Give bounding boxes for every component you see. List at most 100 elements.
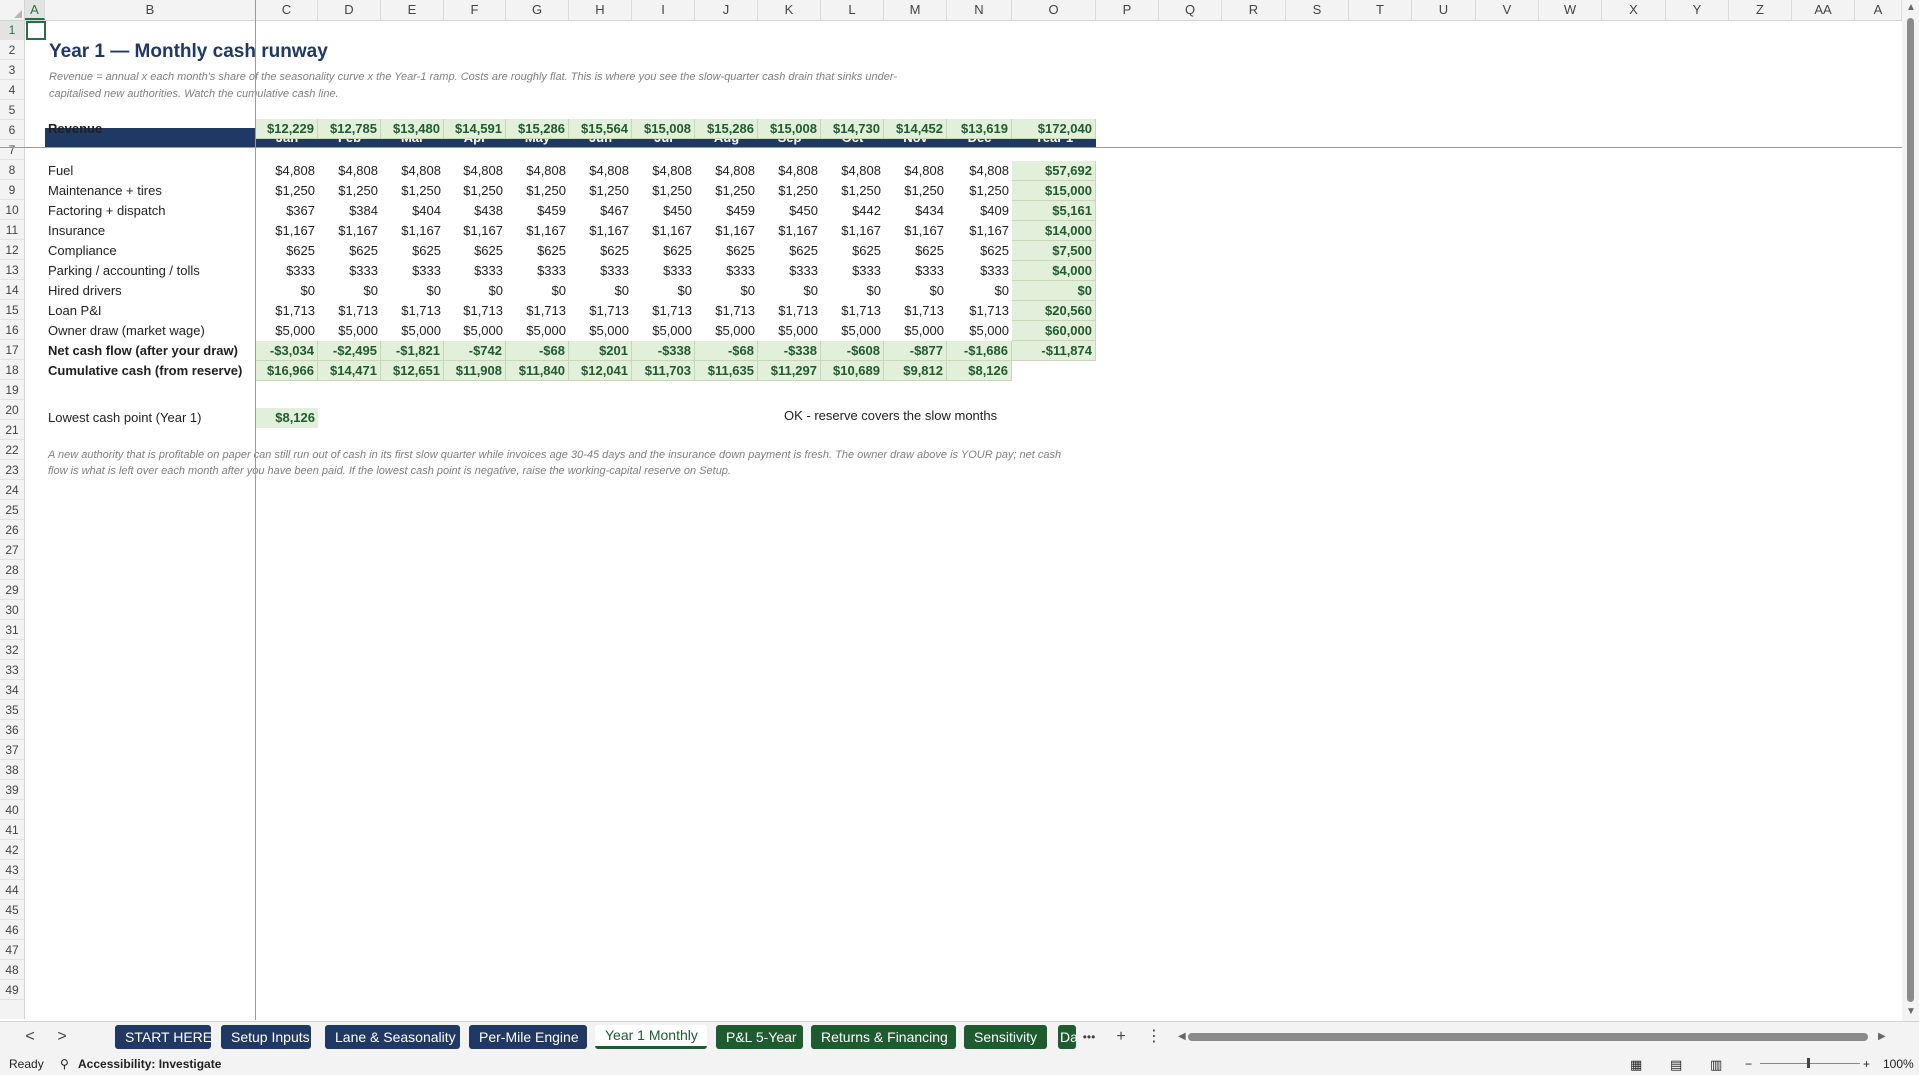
year-total-cell[interactable]: $4,000 [1012, 261, 1096, 281]
table-cell[interactable]: $1,713 [569, 301, 632, 321]
table-cell[interactable]: $5,000 [381, 321, 444, 341]
table-cell[interactable]: $5,000 [758, 321, 821, 341]
row-header-6[interactable]: 6 [0, 120, 24, 140]
year-total-cell[interactable]: $7,500 [1012, 241, 1096, 261]
table-cell[interactable]: $10,689 [821, 361, 884, 381]
row-header-16[interactable]: 16 [0, 320, 24, 340]
row-header-34[interactable]: 34 [0, 680, 24, 700]
row-header-49[interactable]: 49 [0, 980, 24, 1000]
table-cell[interactable]: $0 [884, 281, 947, 301]
table-cell[interactable]: $1,167 [444, 221, 506, 241]
table-cell[interactable]: $5,000 [695, 321, 758, 341]
table-cell[interactable]: $12,651 [381, 361, 444, 381]
scroll-left-icon[interactable]: ◀ [1178, 1031, 1186, 1042]
sheet-tab-sensitivity[interactable]: Sensitivity [964, 1025, 1047, 1049]
year-total-cell[interactable]: $14,000 [1012, 221, 1096, 241]
tab-next-icon[interactable]: > [50, 1025, 74, 1049]
column-header-r[interactable]: R [1222, 0, 1286, 20]
scroll-right-icon[interactable]: ▶ [1878, 1031, 1886, 1042]
table-cell[interactable]: $0 [256, 281, 318, 301]
row-header-42[interactable]: 42 [0, 840, 24, 860]
column-header-f[interactable]: F [444, 0, 506, 20]
table-cell[interactable]: $0 [947, 281, 1012, 301]
row-header-29[interactable]: 29 [0, 580, 24, 600]
row-header-14[interactable]: 14 [0, 280, 24, 300]
row-header-26[interactable]: 26 [0, 520, 24, 540]
table-cell[interactable]: $15,008 [758, 119, 821, 139]
table-cell[interactable]: $1,167 [758, 221, 821, 241]
table-cell[interactable]: $0 [821, 281, 884, 301]
table-cell[interactable]: $367 [256, 201, 318, 221]
table-cell[interactable]: $4,808 [506, 161, 569, 181]
table-cell[interactable]: $14,730 [821, 119, 884, 139]
table-cell[interactable]: $4,808 [444, 161, 506, 181]
table-cell[interactable]: $4,808 [947, 161, 1012, 181]
sheet-tab-setup-inputs[interactable]: Setup Inputs [221, 1025, 311, 1049]
tab-options-icon[interactable]: ⋮ [1142, 1025, 1166, 1049]
accessibility-status[interactable]: Accessibility: Investigate [78, 1057, 221, 1071]
table-cell[interactable]: $333 [947, 261, 1012, 281]
table-cell[interactable]: $1,250 [695, 181, 758, 201]
sheet-tab-start-here[interactable]: START HERE [115, 1025, 212, 1049]
table-cell[interactable]: $0 [569, 281, 632, 301]
year-total-cell[interactable]: $20,560 [1012, 301, 1096, 321]
zoom-level[interactable]: 100% [1883, 1057, 1914, 1071]
table-cell[interactable]: $409 [947, 201, 1012, 221]
column-header-a[interactable]: A [25, 0, 45, 20]
table-cell[interactable]: $0 [695, 281, 758, 301]
row-header-17[interactable]: 17 [0, 340, 24, 360]
table-cell[interactable]: -$877 [884, 341, 947, 361]
table-cell[interactable]: $333 [569, 261, 632, 281]
column-header-l[interactable]: L [821, 0, 884, 20]
table-cell[interactable]: -$2,495 [318, 341, 381, 361]
row-header-19[interactable]: 19 [0, 380, 24, 400]
add-sheet-button[interactable]: + [1109, 1025, 1133, 1049]
table-cell[interactable]: $1,713 [758, 301, 821, 321]
table-cell[interactable]: $4,808 [884, 161, 947, 181]
table-cell[interactable]: $5,000 [444, 321, 506, 341]
table-cell[interactable]: $625 [318, 241, 381, 261]
table-cell[interactable]: $625 [569, 241, 632, 261]
row-header-8[interactable]: 8 [0, 160, 24, 180]
sheet-tab-year-1-monthly[interactable]: Year 1 Monthly [595, 1025, 707, 1049]
table-cell[interactable]: $4,808 [632, 161, 695, 181]
table-cell[interactable]: $1,167 [947, 221, 1012, 241]
table-cell[interactable]: $1,250 [821, 181, 884, 201]
table-cell[interactable]: $1,713 [632, 301, 695, 321]
table-cell[interactable]: $333 [632, 261, 695, 281]
table-cell[interactable]: $15,286 [506, 119, 569, 139]
table-cell[interactable]: $333 [506, 261, 569, 281]
table-cell[interactable]: $459 [695, 201, 758, 221]
select-all-button[interactable] [0, 0, 25, 21]
column-header-e[interactable]: E [381, 0, 444, 20]
table-cell[interactable]: -$1,686 [947, 341, 1012, 361]
row-header-36[interactable]: 36 [0, 720, 24, 740]
row-header-44[interactable]: 44 [0, 880, 24, 900]
table-cell[interactable]: $16,966 [256, 361, 318, 381]
horizontal-scrollbar[interactable]: ◀ ▶ [1178, 1029, 1888, 1045]
row-header-1[interactable]: 1 [0, 20, 24, 40]
column-header-d[interactable]: D [318, 0, 381, 20]
row-header-11[interactable]: 11 [0, 220, 24, 240]
accessibility-icon[interactable]: ⚲ [60, 1057, 69, 1071]
zoom-in-icon[interactable]: + [1863, 1057, 1870, 1071]
column-header-a[interactable]: A [1855, 0, 1902, 20]
sheet-tab-da[interactable]: Da [1058, 1025, 1076, 1049]
table-cell[interactable]: $4,808 [381, 161, 444, 181]
table-cell[interactable]: $13,480 [381, 119, 444, 139]
table-cell[interactable]: $5,000 [632, 321, 695, 341]
table-cell[interactable]: $1,713 [381, 301, 444, 321]
normal-view-icon[interactable]: ▦ [1630, 1057, 1642, 1073]
row-header-48[interactable]: 48 [0, 960, 24, 980]
table-cell[interactable]: $450 [632, 201, 695, 221]
more-tabs-icon[interactable]: ••• [1077, 1025, 1101, 1049]
table-cell[interactable]: $1,167 [821, 221, 884, 241]
table-cell[interactable]: $12,041 [569, 361, 632, 381]
row-header-24[interactable]: 24 [0, 480, 24, 500]
table-cell[interactable]: $1,250 [758, 181, 821, 201]
table-cell[interactable]: $1,250 [884, 181, 947, 201]
column-header-g[interactable]: G [506, 0, 569, 20]
row-header-13[interactable]: 13 [0, 260, 24, 280]
table-cell[interactable]: $11,840 [506, 361, 569, 381]
table-cell[interactable]: $434 [884, 201, 947, 221]
